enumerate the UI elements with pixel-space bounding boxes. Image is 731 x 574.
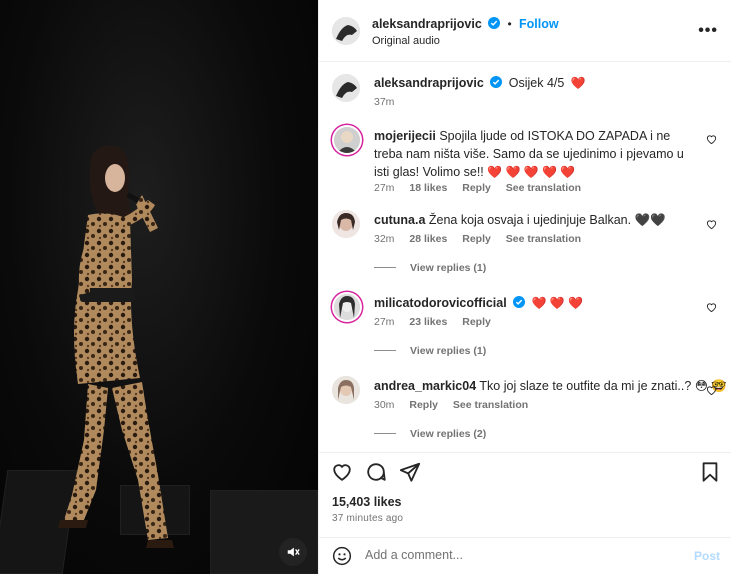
comment-item: mojerijecii Spojila ljude od ISTOKA DO Z… (332, 124, 717, 199)
post-timestamp[interactable]: 37 minutes ago (332, 513, 403, 524)
mute-toggle-button[interactable] (279, 538, 307, 566)
performer-figure (58, 145, 174, 548)
comment-time[interactable]: 32m (374, 233, 394, 245)
comment-likes[interactable]: 18 likes (409, 182, 447, 194)
reply-button[interactable]: Reply (462, 233, 491, 245)
caption: aleksandraprijovic Osijek 4/5 ❤️ 37m (332, 72, 717, 112)
comment-item: milicatodorovicofficial ❤️ ❤️ ❤️ 27m 23 … (332, 291, 717, 361)
comment-emoji: ❤️ ❤️ ❤️ ❤️ ❤️ (487, 165, 576, 179)
comment-username[interactable]: mojerijecii (374, 129, 436, 143)
commenter-avatar[interactable] (332, 376, 360, 404)
replies-divider (374, 267, 396, 268)
view-replies-button[interactable]: View replies (2) (374, 428, 486, 440)
view-replies-label: View replies (1) (410, 262, 487, 274)
like-comment-icon[interactable] (706, 302, 717, 313)
post-header: aleksandraprijovic • Follow Original aud… (319, 0, 731, 62)
post-actions: 15,403 likes 37 minutes ago (319, 452, 731, 530)
view-replies-button[interactable]: View replies (1) (374, 262, 486, 274)
replies-divider (374, 350, 396, 351)
add-comment-bar: Post (319, 537, 731, 574)
see-translation-button[interactable]: See translation (453, 399, 528, 411)
more-options-icon[interactable]: ••• (698, 22, 718, 40)
post-video[interactable] (0, 0, 318, 574)
like-comment-icon[interactable] (706, 219, 717, 230)
comment-time[interactable]: 27m (374, 182, 394, 194)
author-username[interactable]: aleksandraprijovic (372, 17, 482, 31)
post-side-panel: aleksandraprijovic • Follow Original aud… (318, 0, 731, 574)
replies-divider (374, 433, 396, 434)
view-replies-button[interactable]: View replies (1) (374, 345, 486, 357)
commenter-avatar[interactable] (332, 210, 360, 238)
comment-username[interactable]: cutuna.a (374, 213, 425, 227)
comment-input[interactable] (365, 548, 665, 562)
author-avatar[interactable] (332, 17, 360, 45)
verified-badge-icon (513, 296, 526, 308)
reply-button[interactable]: Reply (462, 316, 491, 328)
caption-emoji: ❤️ (570, 76, 586, 90)
see-translation-button[interactable]: See translation (506, 182, 581, 194)
post-comment-button[interactable]: Post (694, 549, 720, 563)
commenter-avatar[interactable] (334, 127, 360, 153)
comment-time[interactable]: 27m (374, 316, 394, 328)
comment-username[interactable]: milicatodorovicofficial (374, 296, 507, 310)
likes-count[interactable]: 15,403 likes (332, 495, 402, 509)
caption-avatar[interactable] (332, 74, 360, 102)
see-translation-button[interactable]: See translation (506, 233, 581, 245)
caption-username[interactable]: aleksandraprijovic (374, 76, 484, 90)
commenter-avatar[interactable] (334, 294, 360, 320)
emoji-picker-icon[interactable] (332, 546, 352, 566)
comment-emoji: 🖤🖤 (634, 213, 666, 227)
like-comment-icon[interactable] (706, 385, 717, 396)
share-icon[interactable] (399, 461, 421, 483)
reply-button[interactable]: Reply (462, 182, 491, 194)
reply-button[interactable]: Reply (409, 399, 438, 411)
verified-badge-icon (488, 17, 501, 29)
view-replies-label: View replies (2) (410, 428, 487, 440)
comment-likes[interactable]: 28 likes (409, 233, 447, 245)
separator-dot: • (507, 17, 512, 31)
comment-text: Tko joj slaze te outfite da mi je znati.… (479, 379, 692, 393)
comment-username[interactable]: andrea_markic04 (374, 379, 476, 393)
comment-emoji: ❤️ ❤️ ❤️ (531, 296, 584, 310)
save-bookmark-icon[interactable] (699, 461, 721, 483)
caption-text: Osijek 4/5 (508, 76, 565, 90)
caption-time[interactable]: 37m (374, 96, 394, 108)
comments-list[interactable]: aleksandraprijovic Osijek 4/5 ❤️ 37m moj… (319, 62, 731, 452)
comment-icon[interactable] (365, 461, 387, 483)
comment-item: cutuna.a Žena koja osvaja i ujedinjuje B… (332, 208, 717, 278)
comment-time[interactable]: 30m (374, 399, 394, 411)
follow-button[interactable]: Follow (519, 17, 559, 31)
speaker-muted-icon (287, 547, 300, 557)
like-heart-icon[interactable] (331, 461, 353, 483)
verified-badge-icon (490, 76, 503, 88)
comment-likes[interactable]: 23 likes (409, 316, 447, 328)
comment-text: Žena koja osvaja i ujedinjuje Balkan. (428, 213, 632, 227)
comment-item: andrea_markic04 Tko joj slaze te outfite… (332, 374, 727, 449)
view-replies-label: View replies (1) (410, 345, 487, 357)
original-audio-link[interactable]: Original audio (372, 35, 440, 47)
like-comment-icon[interactable] (706, 134, 717, 145)
